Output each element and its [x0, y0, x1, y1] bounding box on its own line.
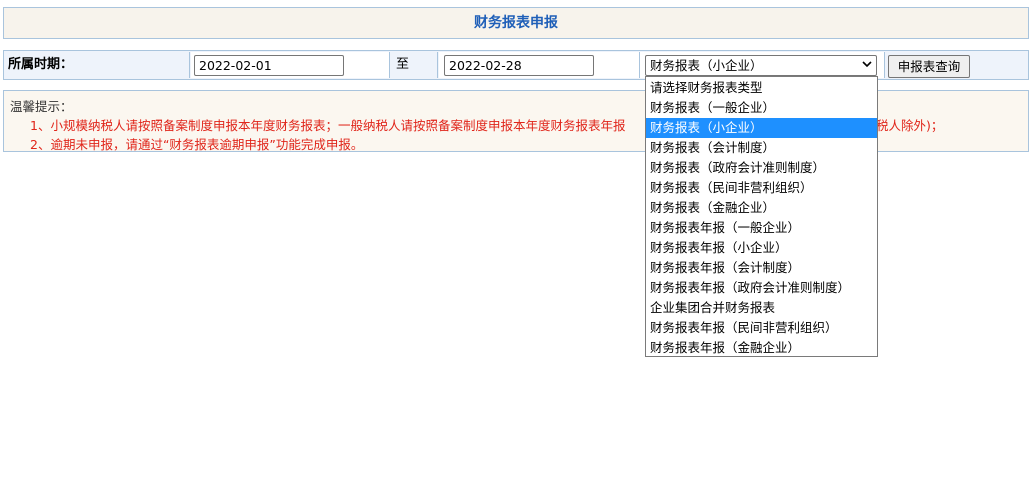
notice-line-1: 1、小规模纳税人请按照备案制度申报本年度财务报表；一般纳税人请按照备案制度申报本…: [30, 118, 626, 133]
start-date-cell: 2022-02-01: [191, 52, 390, 78]
end-date-cell: 2022-02-28: [439, 52, 640, 78]
dropdown-option[interactable]: 企业集团合并财务报表: [646, 298, 877, 318]
report-type-cell: 财务报表（小企业）: [640, 52, 885, 78]
dropdown-option[interactable]: 财务报表（会计制度）: [646, 138, 877, 158]
notice-line-1-tail: 税人除外)；: [876, 118, 944, 133]
period-label: 所属时期：: [4, 52, 190, 78]
notice-line-2: 2、逾期未申报，请通过“财务报表逾期申报”功能完成申报。: [30, 137, 364, 152]
dropdown-option[interactable]: 财务报表（民间非营利组织）: [646, 178, 877, 198]
chevron-down-icon: [862, 56, 872, 75]
report-type-select[interactable]: 财务报表（小企业）: [645, 55, 877, 76]
query-button[interactable]: 申报表查询: [888, 55, 970, 78]
report-type-dropdown[interactable]: 请选择财务报表类型 财务报表（一般企业） 财务报表（小企业） 财务报表（会计制度…: [645, 76, 878, 357]
dropdown-option[interactable]: 请选择财务报表类型: [646, 78, 877, 98]
end-date-input[interactable]: 2022-02-28: [444, 55, 594, 76]
dropdown-option[interactable]: 财务报表（一般企业）: [646, 98, 877, 118]
dropdown-option[interactable]: 财务报表年报（小企业）: [646, 238, 877, 258]
dropdown-option-selected[interactable]: 财务报表（小企业）: [646, 118, 877, 138]
report-type-selected-value: 财务报表（小企业）: [650, 58, 763, 73]
dropdown-option[interactable]: 财务报表（政府会计准则制度）: [646, 158, 877, 178]
page-title: 财务报表申报: [3, 7, 1029, 39]
dropdown-option[interactable]: 财务报表年报（政府会计准则制度）: [646, 278, 877, 298]
dropdown-option[interactable]: 财务报表年报（金融企业）: [646, 338, 877, 358]
start-date-input[interactable]: 2022-02-01: [194, 55, 344, 76]
dropdown-option[interactable]: 财务报表年报（会计制度）: [646, 258, 877, 278]
notice-heading: 温馨提示：: [10, 99, 73, 114]
dropdown-option[interactable]: 财务报表（金融企业）: [646, 198, 877, 218]
query-button-cell: 申报表查询: [885, 52, 1028, 78]
dropdown-option[interactable]: 财务报表年报（一般企业）: [646, 218, 877, 238]
dropdown-option[interactable]: 财务报表年报（民间非营利组织）: [646, 318, 877, 338]
to-label: 至: [390, 52, 438, 78]
